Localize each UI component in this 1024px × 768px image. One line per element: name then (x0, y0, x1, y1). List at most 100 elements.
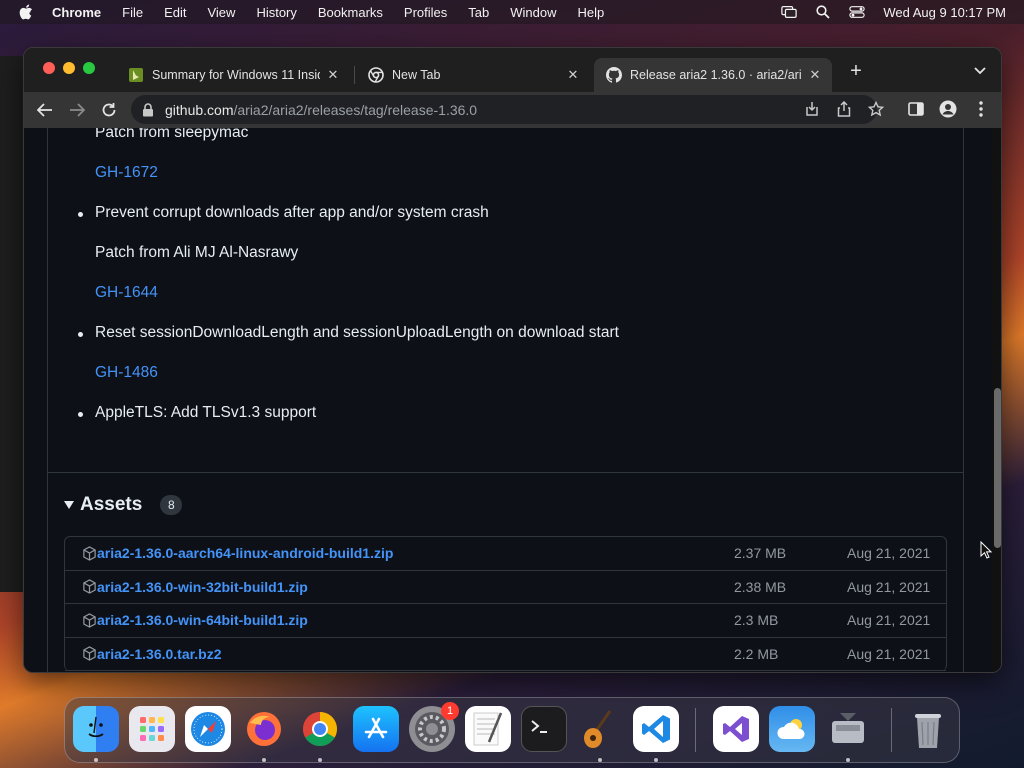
running-indicator (94, 758, 98, 762)
lock-icon[interactable] (141, 102, 155, 117)
running-indicator (318, 758, 322, 762)
spotlight-search-icon[interactable] (815, 5, 831, 19)
package-icon (81, 545, 97, 561)
profile-avatar-icon[interactable] (939, 100, 957, 118)
control-center-icon[interactable] (849, 5, 866, 19)
new-tab-button[interactable]: + (846, 61, 866, 82)
apple-menu-icon[interactable] (18, 4, 34, 20)
forward-arrow-icon[interactable] (67, 100, 87, 120)
chrome-icon (368, 67, 384, 83)
issue-link[interactable]: GH-1672 (95, 164, 158, 182)
vscode-icon[interactable] (633, 706, 679, 752)
reload-icon[interactable] (99, 100, 119, 120)
menu-view[interactable]: View (207, 5, 235, 20)
asset-row: aria2-1.36.0-win-32bit-build1.zip 2.38 M… (65, 571, 946, 604)
side-panel-icon[interactable] (907, 100, 925, 118)
menu-history[interactable]: History (256, 5, 296, 20)
menu-window[interactable]: Window (510, 5, 556, 20)
tab-close-icon[interactable]: ✕ (808, 67, 822, 82)
menu-file[interactable]: File (122, 5, 143, 20)
system-settings-icon[interactable]: 1 (409, 702, 459, 752)
install-app-icon[interactable] (803, 100, 821, 118)
firefox-icon[interactable] (241, 706, 287, 752)
minimize-window-button[interactable] (63, 62, 75, 74)
asset-size: 2.37 MB (734, 545, 787, 562)
running-indicator (598, 758, 602, 762)
tab-search-chevron-icon[interactable] (972, 64, 988, 78)
screen-mirroring-icon[interactable] (781, 5, 798, 19)
tab-separator (354, 66, 355, 84)
safari-icon[interactable] (185, 706, 231, 752)
tab-title: New Tab (392, 68, 441, 82)
address-bar[interactable]: github.com/aria2/aria2/releases/tag/rele… (131, 95, 877, 124)
dock: 1 (64, 697, 960, 763)
running-indicator (846, 758, 850, 762)
asset-row: aria2-1.36.0-win-64bit-build1.zip 2.3 MB… (65, 604, 946, 638)
launchpad-icon[interactable] (129, 706, 175, 752)
issue-link[interactable]: GH-1486 (95, 364, 158, 382)
list-bullet (78, 212, 83, 217)
asset-link[interactable]: aria2-1.36.0.tar.bz2 (97, 646, 222, 662)
menu-bar: Chrome File Edit View History Bookmarks … (0, 0, 1024, 24)
asset-row: aria2-1.36.0-aarch64-linux-android-build… (65, 537, 946, 571)
menu-tab[interactable]: Tab (468, 5, 489, 20)
tab-new-tab[interactable]: New Tab ✕ (356, 58, 590, 92)
weather-icon[interactable] (769, 706, 815, 752)
running-indicator (654, 758, 658, 762)
changelog-item: AppleTLS: Add TLSv1.3 support (95, 404, 317, 421)
package-icon (81, 612, 97, 628)
tab-title: Summary for Windows 11 Insid (152, 68, 320, 82)
github-icon (606, 67, 622, 83)
app-store-icon[interactable] (353, 706, 399, 752)
menu-app-chrome[interactable]: Chrome (52, 5, 101, 20)
tab-close-icon[interactable]: ✕ (326, 67, 340, 82)
asset-size: 2.38 MB (734, 578, 787, 595)
menu-edit[interactable]: Edit (164, 5, 186, 20)
list-bullet (78, 412, 83, 417)
menu-profiles[interactable]: Profiles (404, 5, 447, 20)
asset-link[interactable]: aria2-1.36.0-win-32bit-build1.zip (97, 579, 308, 595)
terminal-icon[interactable] (521, 706, 567, 752)
finder-icon[interactable] (73, 706, 119, 752)
tab-release-aria2[interactable]: Release aria2 1.36.0 · aria2/aria ✕ (594, 58, 832, 92)
asset-size: 2.3 MB (734, 612, 779, 629)
back-arrow-icon[interactable] (35, 100, 55, 120)
tab-close-icon[interactable]: ✕ (566, 67, 580, 82)
mouse-cursor-icon (980, 541, 992, 559)
page-scrollbar[interactable] (992, 128, 1001, 672)
patch-credit-text: Patch from sleepymac (95, 128, 249, 141)
menu-bookmarks[interactable]: Bookmarks (318, 5, 383, 20)
trash-icon[interactable] (905, 706, 951, 752)
asset-link[interactable]: aria2-1.36.0-aarch64-linux-android-build… (97, 545, 393, 561)
tab-strip: Summary for Windows 11 Insid ✕ New Tab ✕… (24, 48, 1001, 92)
zoom-window-button[interactable] (83, 62, 95, 74)
browser-toolbar: github.com/aria2/aria2/releases/tag/rele… (24, 92, 1001, 128)
assets-header[interactable]: Assets 8 (64, 494, 183, 516)
issue-link[interactable]: GH-1644 (95, 284, 158, 302)
asset-link[interactable]: aria2-1.36.0-win-64bit-build1.zip (97, 612, 308, 628)
asset-date: Aug 21, 2021 (847, 578, 931, 595)
garageband-icon[interactable] (577, 706, 623, 752)
assets-list: aria2-1.36.0-aarch64-linux-android-build… (64, 536, 947, 671)
menu-clock[interactable]: Wed Aug 9 10:17 PM (883, 5, 1006, 20)
assets-title: Assets (80, 494, 143, 515)
share-icon[interactable] (835, 100, 853, 118)
triangle-down-icon (64, 500, 74, 510)
package-icon (81, 646, 97, 662)
more-menu-icon[interactable] (972, 100, 990, 118)
menu-help[interactable]: Help (578, 5, 605, 20)
visual-studio-icon[interactable] (713, 706, 759, 752)
bookmark-star-icon[interactable] (867, 100, 885, 118)
asset-date: Aug 21, 2021 (847, 545, 931, 562)
changelog-item: Prevent corrupt downloads after app and/… (95, 204, 489, 221)
chrome-window: Summary for Windows 11 Insid ✕ New Tab ✕… (23, 47, 1002, 673)
scrollbar-thumb[interactable] (994, 388, 1001, 548)
patch-credit-text: Patch from Ali MJ Al-Nasrawy (95, 244, 299, 261)
close-window-button[interactable] (43, 62, 55, 74)
tab-summary-windows-11[interactable]: Summary for Windows 11 Insid ✕ (116, 58, 350, 92)
boot-camp-assistant-icon[interactable] (825, 706, 871, 752)
list-bullet (78, 332, 83, 337)
textedit-icon[interactable] (465, 706, 511, 752)
google-chrome-icon[interactable] (297, 706, 343, 752)
asset-date: Aug 21, 2021 (847, 645, 931, 662)
